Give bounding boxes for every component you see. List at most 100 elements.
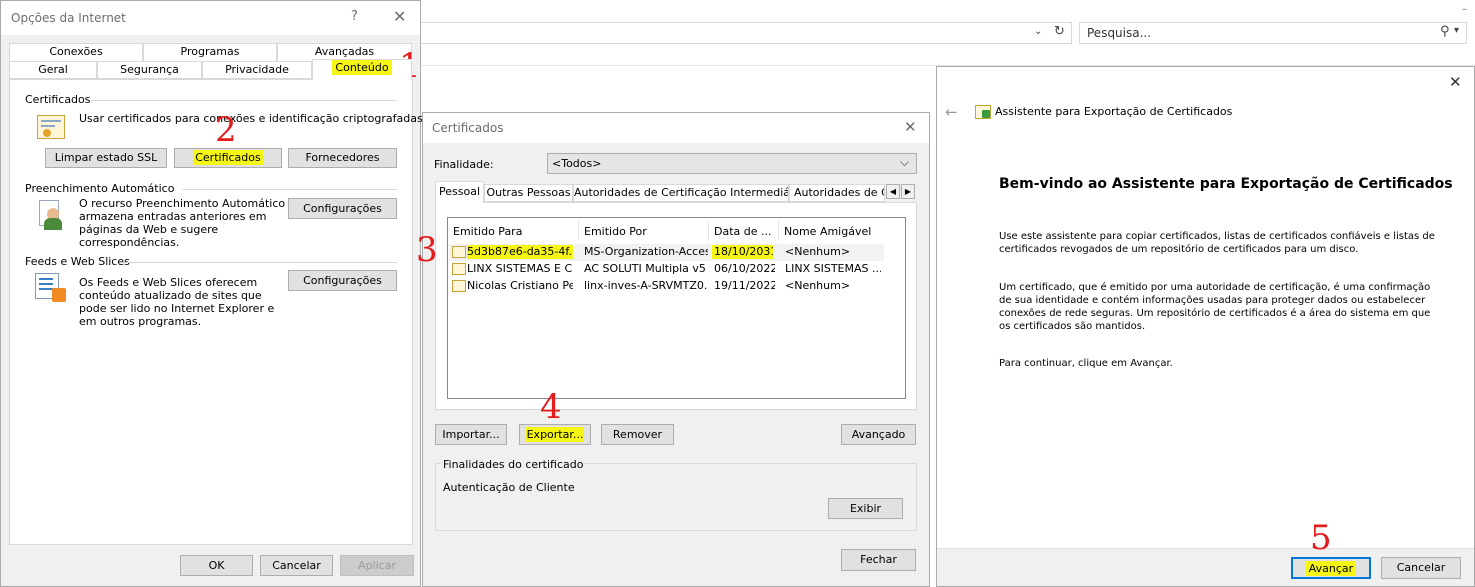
wizard-paragraph-2: Um certificado, que é emitido por uma au…	[999, 282, 1431, 332]
address-bar[interactable]	[420, 22, 1072, 44]
divider	[183, 189, 397, 190]
column-header-expiry[interactable]: Data de ...	[714, 225, 776, 243]
apply-button[interactable]: Aplicar	[340, 555, 414, 576]
annotation-5: 5	[1310, 518, 1332, 558]
cell-friendly-name: <Nenhum>	[785, 279, 851, 292]
purpose-label: Finalidade:	[434, 158, 494, 171]
export-wizard: ✕ ← Assistente para Exportação de Certif…	[936, 66, 1475, 587]
cell-expiry: 18/10/2031	[712, 245, 773, 259]
close-icon[interactable]: ✕	[904, 118, 917, 136]
certificates-heading: Certificados	[25, 93, 91, 106]
chevron-down-icon: ⌵	[900, 155, 910, 169]
column-divider	[578, 221, 579, 241]
certificates-titlebar: Certificados ✕	[423, 113, 929, 143]
purposes-value: Autenticação de Cliente	[443, 481, 575, 494]
browser-minimize-icon[interactable]: –	[1462, 4, 1467, 15]
search-icon[interactable]: ⚲	[1440, 24, 1450, 39]
publishers-button[interactable]: Fornecedores	[288, 148, 397, 168]
tab-seguranca[interactable]: Segurança	[97, 61, 202, 79]
autocomplete-description: O recurso Preenchimento Automático armaz…	[79, 197, 286, 249]
column-header-friendly-name[interactable]: Nome Amigável	[784, 225, 884, 243]
purpose-select[interactable]: <Todos> ⌵	[547, 153, 917, 174]
table-row[interactable]: LINX SISTEMAS E C... AC SOLUTI Multipla …	[449, 261, 884, 278]
tab-geral[interactable]: Geral	[9, 61, 97, 79]
feeds-icon	[35, 273, 67, 303]
column-header-issued-by[interactable]: Emitido Por	[584, 225, 704, 243]
cell-issued-by: MS-Organization-Access	[584, 245, 708, 258]
autocomplete-icon	[37, 200, 65, 230]
cell-friendly-name: <Nenhum>	[785, 245, 851, 258]
tab-pessoal[interactable]: Pessoal	[435, 181, 484, 203]
annotation-2: 2	[215, 110, 237, 150]
tab-privacidade[interactable]: Privacidade	[202, 61, 312, 79]
divider	[123, 262, 397, 263]
wizard-certificate-icon	[975, 105, 991, 119]
wizard-cancel-button[interactable]: Cancelar	[1381, 557, 1461, 579]
certificates-dialog: Certificados ✕ Finalidade: <Todos> ⌵ Pes…	[422, 112, 930, 587]
certificate-icon	[37, 115, 65, 139]
cell-issued-to: LINX SISTEMAS E C...	[467, 262, 573, 275]
certificate-icon	[452, 263, 466, 275]
close-button[interactable]: Fechar	[841, 549, 916, 571]
tab-scroll-right-button[interactable]: ▶	[901, 184, 915, 199]
dialog-titlebar: Opções da Internet ? ✕	[1, 1, 420, 35]
purpose-value: <Todos>	[552, 157, 602, 170]
cancel-button[interactable]: Cancelar	[260, 555, 333, 576]
cell-expiry: 19/11/2022	[714, 279, 775, 292]
table-row[interactable]: 5d3b87e6-da35-4f... MS-Organization-Acce…	[449, 244, 884, 261]
wizard-heading: Bem-vindo ao Assistente para Exportação …	[999, 176, 1453, 192]
feeds-description: Os Feeds e Web Slices oferecem conteúdo …	[79, 276, 275, 328]
tab-scroll-left-button[interactable]: ◀	[886, 184, 900, 199]
tab-outras-pessoas[interactable]: Outras Pessoas	[484, 184, 573, 202]
search-dropdown-icon[interactable]: ▾	[1454, 25, 1459, 36]
import-button[interactable]: Importar...	[435, 424, 507, 445]
feeds-settings-button[interactable]: Configurações	[288, 270, 397, 291]
search-input[interactable]: Pesquisa...	[1087, 26, 1151, 40]
back-arrow-icon[interactable]: ←	[945, 103, 958, 121]
view-button[interactable]: Exibir	[828, 498, 903, 519]
advanced-button[interactable]: Avançado	[841, 424, 916, 445]
cell-issued-to: Nicolas Cristiano Pe...	[467, 279, 573, 292]
cell-friendly-name: LINX SISTEMAS ...	[785, 262, 881, 275]
tab-conteudo[interactable]: Conteúdo	[312, 59, 412, 80]
cell-expiry: 06/10/2022	[714, 262, 775, 275]
tab-conexoes[interactable]: Conexões	[9, 43, 143, 61]
column-header-issued-to[interactable]: Emitido Para	[453, 225, 573, 243]
close-icon[interactable]: ✕	[1449, 73, 1462, 91]
export-button[interactable]: Exportar...	[519, 424, 591, 445]
next-button-label: Avançar	[1305, 561, 1357, 576]
next-button[interactable]: Avançar	[1291, 557, 1371, 579]
purposes-group	[435, 463, 917, 531]
dropdown-icon[interactable]: ⌄	[1034, 26, 1042, 37]
column-divider	[778, 221, 779, 241]
autocomplete-settings-button[interactable]: Configurações	[288, 198, 397, 219]
certificates-button-label: Certificados	[193, 150, 263, 165]
certificate-icon	[452, 280, 466, 292]
export-button-label: Exportar...	[525, 427, 585, 442]
divider	[91, 100, 397, 101]
wizard-title: Assistente para Exportação de Certificad…	[995, 105, 1233, 118]
remove-button[interactable]: Remover	[601, 424, 674, 445]
clear-ssl-button[interactable]: Limpar estado SSL	[45, 148, 167, 168]
certificates-list[interactable]: Emitido Para Emitido Por Data de ... Nom…	[447, 217, 906, 399]
tab-conteudo-label: Conteúdo	[332, 60, 392, 75]
table-row[interactable]: Nicolas Cristiano Pe... linx-inves-A-SRV…	[449, 278, 884, 295]
certificates-button[interactable]: Certificados	[174, 148, 282, 168]
wizard-paragraph-1: Use este assistente para copiar certific…	[999, 231, 1435, 255]
cell-issued-by: linx-inves-A-SRVMTZ0...	[584, 279, 708, 292]
close-icon[interactable]: ✕	[393, 7, 406, 26]
annotation-4: 4	[540, 387, 562, 427]
help-button[interactable]: ?	[351, 9, 358, 24]
certificate-icon	[452, 246, 466, 258]
refresh-icon[interactable]: ↻	[1054, 24, 1065, 39]
column-divider	[708, 221, 709, 241]
certificates-description: Usar certificados para conexões e identi…	[79, 112, 427, 125]
search-box[interactable]: Pesquisa... ⚲ ▾	[1079, 22, 1467, 44]
cell-issued-by: AC SOLUTI Multipla v5	[584, 262, 706, 275]
dialog-title: Opções da Internet	[11, 11, 126, 25]
tab-autoridades-raiz[interactable]: Autoridades de Ce	[789, 184, 885, 202]
ok-button[interactable]: OK	[180, 555, 253, 576]
wizard-paragraph-3: Para continuar, clique em Avançar.	[999, 358, 1173, 369]
tab-autoridades-intermediarias[interactable]: Autoridades de Certificação Intermediári…	[573, 184, 789, 202]
tab-programas[interactable]: Programas	[143, 43, 277, 61]
